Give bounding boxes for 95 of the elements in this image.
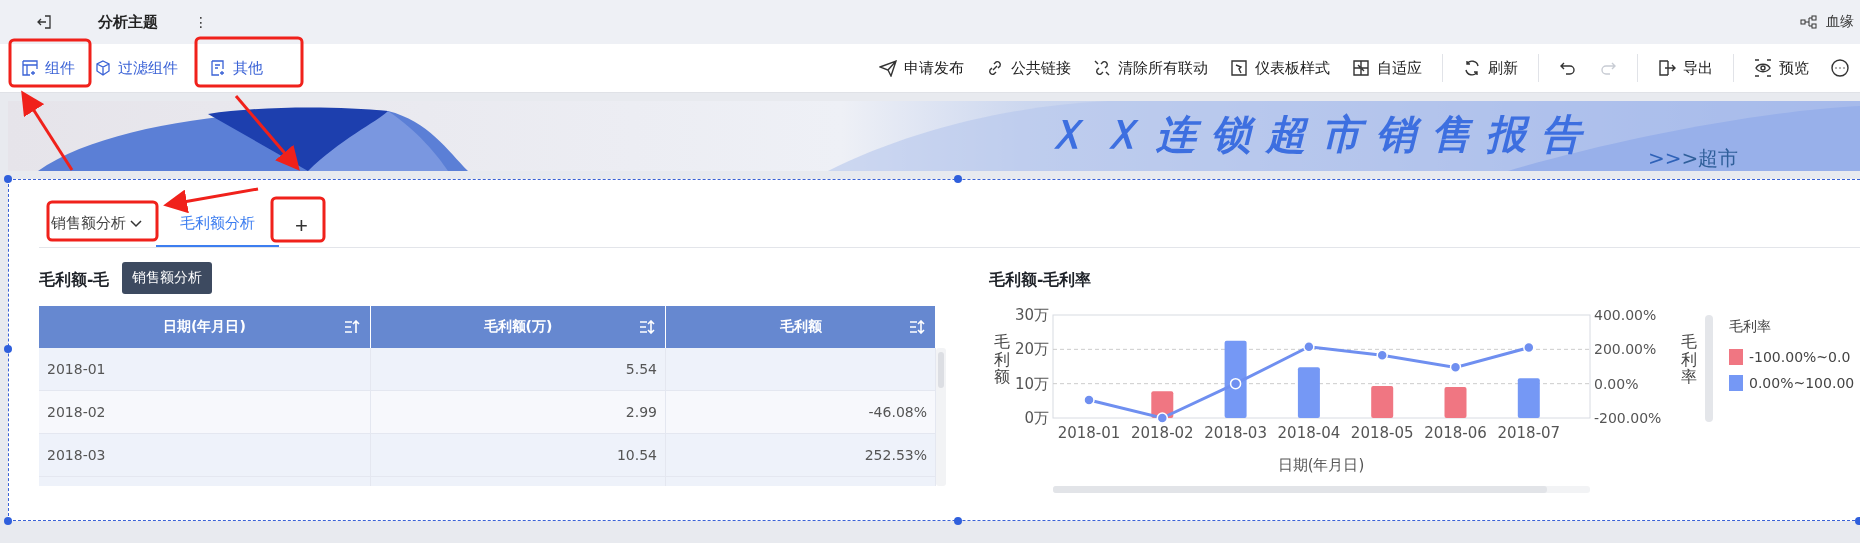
breadcrumb-arrows: >> — [1648, 146, 1682, 170]
horizontal-scrollbar[interactable] — [1053, 486, 1590, 493]
axis-tick-label: 400.00% — [1594, 307, 1657, 323]
data-point[interactable] — [1083, 394, 1095, 406]
table-cell: 5.54 — [371, 348, 666, 391]
dashboard-title: 分析主题 — [98, 12, 158, 32]
toolbar-button[interactable]: 公共链接 — [975, 54, 1082, 82]
axis-tick-label: 2018-02 — [1130, 424, 1194, 442]
axis-tick-label: 0万 — [1024, 409, 1049, 427]
bar[interactable] — [1224, 340, 1247, 418]
link-icon — [986, 59, 1004, 77]
data-point[interactable] — [1303, 341, 1315, 353]
axis-tick-label: 2018-07 — [1497, 424, 1561, 442]
toolbar-button[interactable]: 申请发布 — [868, 54, 975, 82]
legend-title: 毛利率 — [1729, 318, 1772, 336]
sort-icon[interactable] — [909, 320, 925, 334]
more-icon — [1831, 59, 1849, 77]
axis-tick-label: 2018-04 — [1277, 424, 1341, 442]
toolbar-button[interactable]: 组件 — [12, 54, 85, 82]
panel-title: 毛利额-毛利率 — [989, 271, 1092, 289]
cube-icon — [95, 60, 111, 76]
resize-handle[interactable] — [954, 175, 962, 183]
toolbar-button[interactable]: 其他 — [200, 54, 273, 82]
table-cell: 10.54 — [371, 434, 666, 477]
resize-handle[interactable] — [4, 345, 12, 353]
column-label: 毛利额(万) — [483, 318, 553, 336]
legend-swatch — [1729, 349, 1743, 365]
toolbar-button[interactable]: 仪表板样式 — [1219, 54, 1341, 82]
bar[interactable] — [1517, 378, 1540, 418]
bar[interactable] — [1371, 386, 1394, 418]
axis-tick-label: 2018-03 — [1204, 424, 1267, 442]
lineage-icon[interactable] — [1800, 15, 1818, 29]
add-document-icon — [210, 60, 226, 76]
toolbar-button[interactable]: 过滤组件 — [85, 54, 188, 82]
tab[interactable]: 毛利额分析 — [156, 214, 279, 247]
table-cell: 2018-03 — [39, 434, 371, 477]
data-point[interactable] — [1449, 361, 1462, 374]
toolbar-button[interactable]: 自适应 — [1341, 54, 1433, 82]
axis-tick-label: 10万 — [1014, 374, 1049, 393]
bar[interactable] — [1297, 367, 1320, 418]
sort-ascending-icon[interactable] — [344, 320, 360, 334]
axis-tick-label: 2018-01 — [1057, 424, 1121, 442]
sort-icon[interactable] — [639, 320, 655, 334]
banner-title: ＸＸ连锁超市销售报告 — [1046, 110, 1596, 159]
data-point[interactable] — [1156, 412, 1169, 424]
column-label: 毛利额 — [779, 318, 822, 336]
data-point[interactable] — [1376, 349, 1388, 362]
axis-tick-label: 2018-05 — [1350, 424, 1414, 442]
chevron-down-icon — [130, 219, 142, 228]
toolbar-button[interactable]: 导出 — [1647, 54, 1724, 82]
axis-tick-label: 2018-06 — [1424, 424, 1487, 442]
table-cell: 252.53% — [666, 434, 936, 477]
table-cell: 2.99 — [371, 391, 666, 434]
grid-icon — [1352, 59, 1370, 77]
table-cell: 2018-02 — [39, 391, 371, 434]
data-point[interactable] — [1523, 341, 1535, 354]
data-point[interactable] — [1229, 377, 1242, 390]
refresh-icon — [1463, 59, 1481, 77]
toolbar-button[interactable]: 预览 — [1743, 54, 1820, 82]
axis-tick-label: 0.00% — [1594, 375, 1639, 392]
paper-plane-icon — [879, 59, 897, 77]
toolbar-button[interactable]: 刷新 — [1452, 54, 1529, 82]
column-label: 日期(年月日) — [163, 318, 246, 336]
annotation-box — [270, 196, 326, 243]
legend-label[interactable]: 0.00%~100.00 — [1749, 375, 1855, 391]
resize-handle[interactable] — [4, 517, 12, 525]
broken-link-icon — [1093, 59, 1111, 77]
axis-tick-label: -200.00% — [1594, 410, 1662, 426]
axis-tick-label: 200.00% — [1594, 341, 1657, 358]
axis-title: 毛利率 — [1681, 333, 1697, 386]
table-cell: -46.08% — [666, 391, 936, 434]
toolbar-button[interactable]: 清除所有联动 — [1082, 54, 1219, 82]
tooltip: 销售额分析 — [122, 262, 212, 294]
axis-tick-label: 30万 — [1014, 306, 1049, 324]
more-menu-button[interactable]: ⋮ — [194, 14, 208, 30]
axis-title: 毛利额 — [994, 333, 1010, 386]
legend-scrollbar[interactable] — [1705, 315, 1713, 422]
panel-title: 毛利额-毛 — [39, 271, 110, 289]
exit-icon[interactable] — [36, 14, 52, 30]
resize-handle[interactable] — [4, 175, 12, 183]
export-icon — [1658, 59, 1676, 77]
scrollbar[interactable] — [936, 348, 946, 486]
eye-icon — [1754, 59, 1772, 77]
table-cell: 2018-01 — [39, 348, 371, 391]
breadcrumb-text: >超市 — [1681, 146, 1739, 170]
legend-label[interactable]: -100.00%~0.0 — [1749, 349, 1851, 365]
resize-handle[interactable] — [954, 517, 962, 525]
add-component-icon — [22, 60, 38, 76]
axis-title: 日期(年月日) — [1277, 456, 1365, 474]
add-tab-button[interactable]: + — [285, 213, 318, 247]
axis-tick-label: 20万 — [1014, 340, 1049, 359]
bar[interactable] — [1444, 387, 1467, 418]
lineage-link[interactable]: 血缘 — [1826, 13, 1854, 31]
legend-swatch — [1729, 375, 1743, 391]
tab[interactable]: 销售额分析 — [39, 214, 154, 247]
